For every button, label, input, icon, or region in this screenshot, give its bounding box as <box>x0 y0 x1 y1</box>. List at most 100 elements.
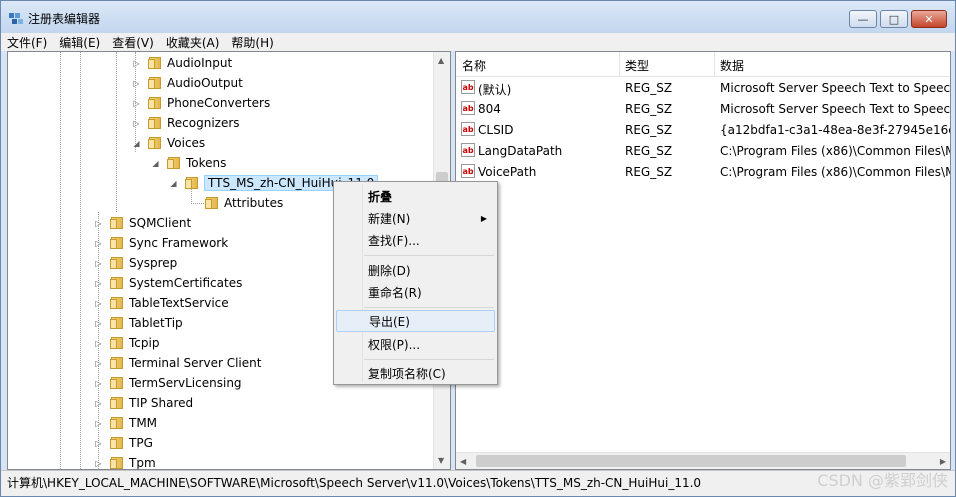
folder-icon <box>109 356 125 370</box>
tree-item-tablettip[interactable]: ▷ TabletTip <box>95 313 182 333</box>
folder-icon <box>109 236 125 250</box>
folder-icon <box>147 116 163 130</box>
string-value-icon: ab <box>461 164 475 178</box>
menu-view[interactable]: 查看(V) <box>112 34 154 51</box>
tree-item-audioinput[interactable]: ▷ AudioInput <box>133 53 233 73</box>
menu-bar: 文件(F) 编辑(E) 查看(V) 收藏夹(A) 帮助(H) <box>1 33 955 51</box>
expand-icon[interactable]: ▷ <box>94 459 103 468</box>
column-divider[interactable] <box>619 52 620 76</box>
tree-item-tcpip[interactable]: ▷ Tcpip <box>95 333 160 353</box>
ctx-new[interactable]: 新建(N) ▶ <box>336 207 495 229</box>
collapse-icon[interactable]: ◢ <box>169 179 178 188</box>
tree-guide-line <box>80 52 81 469</box>
tree-item-label: AudioInput <box>167 56 233 70</box>
expand-icon[interactable]: ▷ <box>94 279 103 288</box>
value-type: REG_SZ <box>625 165 673 179</box>
menu-help[interactable]: 帮助(H) <box>231 34 273 51</box>
scroll-up-arrow-icon[interactable]: ▲ <box>438 56 444 65</box>
scroll-right-arrow-icon[interactable]: ▶ <box>940 457 946 466</box>
value-data: C:\Program Files (x86)\Common Files\M <box>720 144 951 158</box>
tree-item-attributes[interactable]: Attributes <box>204 193 283 213</box>
tree-item-label: TPG <box>129 436 153 450</box>
value-name: (默认) <box>478 83 512 97</box>
value-name: LangDataPath <box>478 144 563 158</box>
tree-item-label: AudioOutput <box>167 76 243 90</box>
close-button[interactable]: ✕ <box>911 10 947 28</box>
regedit-icon <box>9 13 23 24</box>
column-header-type[interactable]: 类型 <box>625 57 649 74</box>
registry-editor-window: 注册表编辑器 — □ ✕ 文件(F) 编辑(E) 查看(V) 收藏夹(A) 帮助… <box>0 0 956 497</box>
folder-icon <box>109 296 125 310</box>
expand-icon[interactable]: ▷ <box>94 379 103 388</box>
tree-item-tokens[interactable]: ◢ Tokens <box>152 153 226 173</box>
tree-item-sqmclient[interactable]: ▷ SQMClient <box>95 213 191 233</box>
tree-item-phoneconverters[interactable]: ▷ PhoneConverters <box>133 93 270 113</box>
menu-file[interactable]: 文件(F) <box>7 34 47 51</box>
ctx-copy-key-name[interactable]: 复制项名称(C) <box>336 362 495 384</box>
ctx-collapse[interactable]: 折叠 <box>336 185 495 207</box>
expand-icon[interactable]: ▷ <box>94 419 103 428</box>
scrollbar-thumb[interactable] <box>476 455 906 467</box>
values-list-pane[interactable]: 名称 类型 数据 ab (默认) REG_SZ Microsoft Server… <box>455 51 951 470</box>
expand-icon[interactable]: ▷ <box>94 399 103 408</box>
tree-item-label: Sync Framework <box>129 236 229 250</box>
minimize-button[interactable]: — <box>849 10 877 28</box>
expand-icon[interactable]: ▷ <box>132 99 141 108</box>
tree-item-tpm[interactable]: ▷ Tpm <box>95 453 156 469</box>
column-header-data[interactable]: 数据 <box>720 57 744 74</box>
expand-icon[interactable]: ▷ <box>94 239 103 248</box>
tree-item-terminal-server-client[interactable]: ▷ Terminal Server Client <box>95 353 262 373</box>
tree-item-audiooutput[interactable]: ▷ AudioOutput <box>133 73 243 93</box>
string-value-icon: ab <box>461 101 475 115</box>
collapse-icon[interactable]: ◢ <box>151 159 160 168</box>
tree-item-tpg[interactable]: ▷ TPG <box>95 433 153 453</box>
expand-icon[interactable]: ▷ <box>94 259 103 268</box>
tree-item-tmm[interactable]: ▷ TMM <box>95 413 157 433</box>
tree-item-label: Terminal Server Client <box>129 356 262 370</box>
maximize-button[interactable]: □ <box>880 10 908 28</box>
column-divider[interactable] <box>714 52 715 76</box>
tree-item-label: Tcpip <box>129 336 160 350</box>
ctx-delete[interactable]: 删除(D) <box>336 259 495 281</box>
tree-item-termservlicensing[interactable]: ▷ TermServLicensing <box>95 373 241 393</box>
value-name: CLSID <box>478 123 514 137</box>
scroll-down-arrow-icon[interactable]: ▼ <box>438 456 444 465</box>
expand-icon[interactable]: ▷ <box>94 219 103 228</box>
expand-icon[interactable]: ▷ <box>132 59 141 68</box>
expand-icon[interactable]: ▷ <box>94 359 103 368</box>
list-row[interactable]: ab 804 REG_SZ Microsoft Server Speech Te… <box>456 99 950 120</box>
title-bar[interactable]: 注册表编辑器 — □ ✕ <box>1 1 955 33</box>
expand-icon[interactable]: ▷ <box>94 339 103 348</box>
expand-icon[interactable]: ▷ <box>132 119 141 128</box>
tree-item-systemcertificates[interactable]: ▷ SystemCertificates <box>95 273 242 293</box>
menu-edit[interactable]: 编辑(E) <box>59 34 100 51</box>
folder-icon <box>109 436 125 450</box>
list-row[interactable]: ab VoicePath REG_SZ C:\Program Files (x8… <box>456 162 950 183</box>
ctx-rename[interactable]: 重命名(R) <box>336 281 495 303</box>
expand-icon[interactable]: ▷ <box>132 79 141 88</box>
ctx-export[interactable]: 导出(E) <box>336 310 495 332</box>
tree-item-tip-shared[interactable]: ▷ TIP Shared <box>95 393 193 413</box>
list-row[interactable]: ab LangDataPath REG_SZ C:\Program Files … <box>456 141 950 162</box>
value-data: {a12bdfa1-c3a1-48ea-8e3f-27945e16cf <box>720 123 951 137</box>
value-type: REG_SZ <box>625 144 673 158</box>
ctx-find[interactable]: 查找(F)... <box>336 229 495 251</box>
column-header-name[interactable]: 名称 <box>462 57 486 74</box>
list-row[interactable]: ab CLSID REG_SZ {a12bdfa1-c3a1-48ea-8e3f… <box>456 120 950 141</box>
menu-separator <box>364 359 494 360</box>
tree-item-voices[interactable]: ◢ Voices <box>133 133 205 153</box>
menu-favorites[interactable]: 收藏夹(A) <box>166 34 220 51</box>
expand-icon[interactable]: ▷ <box>94 319 103 328</box>
ctx-item-label: 折叠 <box>368 189 393 204</box>
collapse-icon[interactable]: ◢ <box>132 139 141 148</box>
scroll-left-arrow-icon[interactable]: ◀ <box>460 457 466 466</box>
expand-icon[interactable]: ▷ <box>94 299 103 308</box>
tree-item-sync-framework[interactable]: ▷ Sync Framework <box>95 233 229 253</box>
tree-item-tabletextservice[interactable]: ▷ TableTextService <box>95 293 228 313</box>
tree-item-recognizers[interactable]: ▷ Recognizers <box>133 113 239 133</box>
tree-item-label: Attributes <box>224 196 284 210</box>
list-row[interactable]: ab (默认) REG_SZ Microsoft Server Speech T… <box>456 78 950 99</box>
tree-item-sysprep[interactable]: ▷ Sysprep <box>95 253 177 273</box>
ctx-permissions[interactable]: 权限(P)... <box>336 333 495 355</box>
expand-icon[interactable]: ▷ <box>94 439 103 448</box>
